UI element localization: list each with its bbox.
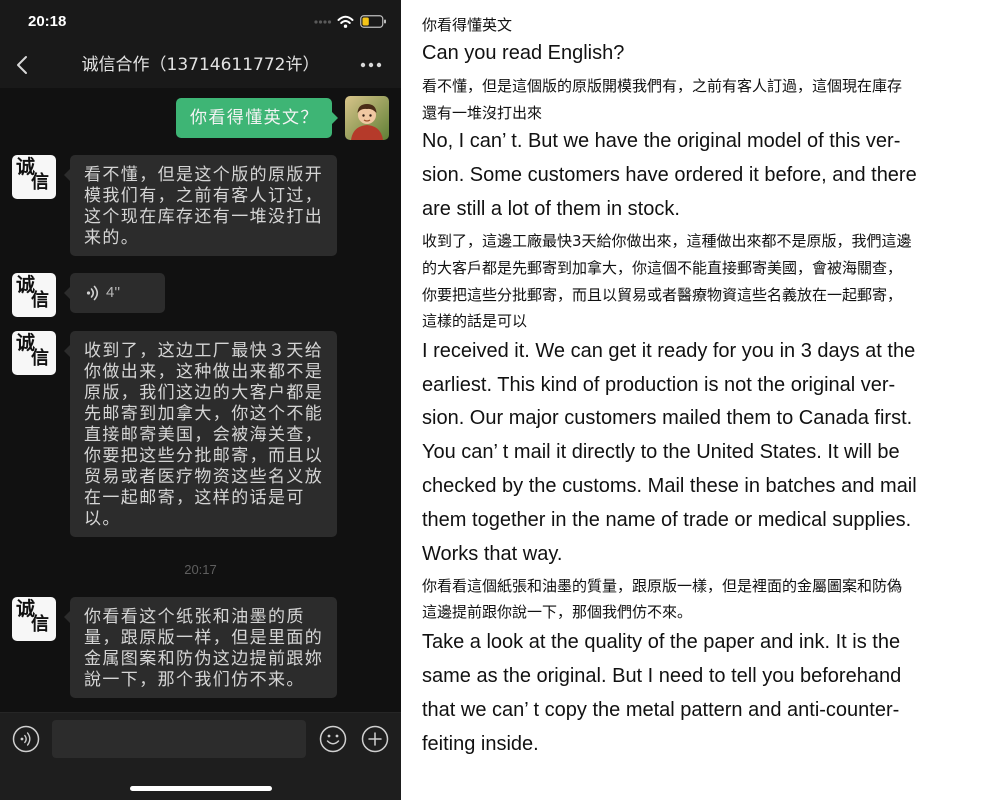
signal-icon xyxy=(314,20,332,24)
message-line: 量，跟原版一样，但是里面的 xyxy=(84,628,324,648)
message-line: 以。 xyxy=(84,509,121,529)
voice-message-bubble[interactable]: 4'' xyxy=(64,273,165,313)
home-indicator[interactable] xyxy=(130,786,272,791)
translation-line-english: sion. Our major customers mailed them to… xyxy=(422,407,913,429)
chat-screen: 20:18 诚信合作（13714611772许） 你看得懂英文？ 诚 信 看不懂… xyxy=(0,0,401,800)
translation-line-english: No, I can’ t. But we have the original m… xyxy=(422,130,901,152)
message-line: 你看看这个纸张和油墨的质 xyxy=(84,607,305,627)
translation-line-english: You can’ t mail it directly to the Unite… xyxy=(422,441,900,463)
voice-mode-icon[interactable] xyxy=(12,725,40,753)
message-line: 原版，我们这边的大客户都是 xyxy=(84,383,324,403)
plus-icon[interactable] xyxy=(361,725,389,753)
user-avatar[interactable] xyxy=(345,96,389,140)
translation-panel: 你看得懂英文 Can you read English? 看不懂，但是這個版的原… xyxy=(401,0,1000,800)
message-line: 金属图案和防伪这边提前跟妳 xyxy=(84,649,324,669)
translation-line-english: same as the original. But I need to tell… xyxy=(422,665,902,687)
contact-avatar[interactable]: 诚 信 xyxy=(12,597,56,641)
emoji-icon[interactable] xyxy=(319,725,347,753)
message-line: 来的。 xyxy=(84,228,140,248)
message-line: 你看得懂英文？ xyxy=(190,108,319,128)
message-line: 贸易或者医疗物资这些名义放 xyxy=(84,467,324,487)
message-line: 模我们有，之前有客人订过， xyxy=(84,186,324,206)
received-message-bubble[interactable]: 看不懂，但是这个版的原版开 模我们有，之前有客人订过， 这个现在库存还有一堆没打… xyxy=(64,155,337,256)
message-line: 这个现在库存还有一堆没打出 xyxy=(84,207,324,227)
contact-avatar[interactable]: 诚 信 xyxy=(12,155,56,199)
received-message-bubble[interactable]: 你看看这个纸张和油墨的质 量，跟原版一样，但是里面的 金属图案和防伪这边提前跟妳… xyxy=(64,597,337,698)
message-input[interactable] xyxy=(52,720,306,758)
avatar-logo-char: 信 xyxy=(31,614,49,635)
message-line: 你做出来，这种做出来都不是 xyxy=(84,362,324,382)
translation-line-english: that we can’ t copy the metal pattern an… xyxy=(422,699,900,721)
sent-message-bubble[interactable]: 你看得懂英文？ xyxy=(176,98,338,138)
translation-line-chinese: 收到了，這邊工廠最快3天給你做出來，這種做出來都不是原版，我們這邊 xyxy=(422,232,912,250)
message-line: 先邮寄到加拿大，你这个不能 xyxy=(84,404,324,424)
chevron-left-icon[interactable] xyxy=(15,55,29,75)
received-message-bubble[interactable]: 收到了，这边工厂最快３天给 你做出来，这种做出来都不是 原版，我们这边的大客户都… xyxy=(64,331,337,537)
battery-fill xyxy=(362,17,369,26)
message-line: 直接邮寄美国，会被海关查， xyxy=(84,425,324,445)
message-line: 你要把这些分批邮寄，而且以 xyxy=(84,446,324,466)
translation-line-english: I received it. We can get it ready for y… xyxy=(422,340,916,362)
translation-line-english: Can you read English? xyxy=(422,42,625,64)
battery-icon xyxy=(360,15,386,28)
translation-line-chinese: 這樣的話是可以 xyxy=(422,312,528,330)
translation-line-english: checked by the customs. Mail these in ba… xyxy=(422,475,917,497)
message-line: 在一起邮寄，这样的话是可 xyxy=(84,488,305,508)
translation-line-english: them together in the name of trade or me… xyxy=(422,509,912,531)
translation-line-chinese: 還有一堆沒打出來 xyxy=(422,104,543,122)
translation-line-chinese: 看不懂，但是這個版的原版開模我們有，之前有客人訂過，這個現在庫存 xyxy=(422,77,903,95)
translation-line-chinese: 這邊提前跟你說一下，那個我們仿不來。 xyxy=(422,603,693,621)
avatar-logo-char: 信 xyxy=(31,290,49,311)
translation-line-chinese: 你看得懂英文 xyxy=(422,16,513,34)
translation-line-english: sion. Some customers have ordered it bef… xyxy=(422,164,917,186)
avatar-logo-char: 信 xyxy=(31,348,49,369)
translation-line-english: feiting inside. xyxy=(422,733,539,755)
chat-timestamp: 20:17 xyxy=(184,562,217,577)
voice-duration: 4'' xyxy=(106,284,121,301)
status-time: 20:18 xyxy=(28,13,67,30)
translation-line-english: Take a look at the quality of the paper … xyxy=(422,631,901,653)
message-line: 收到了，这边工厂最快３天给 xyxy=(84,341,324,361)
translation-line-english: Works that way. xyxy=(422,543,563,565)
avatar-photo xyxy=(345,96,389,140)
message-line: 說一下，那个我们仿不来。 xyxy=(84,670,305,690)
contact-avatar[interactable]: 诚 信 xyxy=(12,331,56,375)
wifi-icon xyxy=(337,15,354,28)
translation-line-chinese: 的大客戶都是先郵寄到加拿大，你這個不能直接郵寄美國，會被海關查， xyxy=(422,259,903,277)
avatar-logo-char: 信 xyxy=(31,172,49,193)
chat-title: 诚信合作（13714611772许） xyxy=(81,55,320,75)
voice-wave-icon xyxy=(86,285,99,301)
contact-avatar[interactable]: 诚 信 xyxy=(12,273,56,317)
message-line: 看不懂，但是这个版的原版开 xyxy=(84,165,324,185)
translation-line-english: are still a lot of them in stock. xyxy=(422,198,680,220)
translation-line-english: earliest. This kind of production is not… xyxy=(422,374,896,396)
more-dots-icon[interactable] xyxy=(359,61,383,69)
